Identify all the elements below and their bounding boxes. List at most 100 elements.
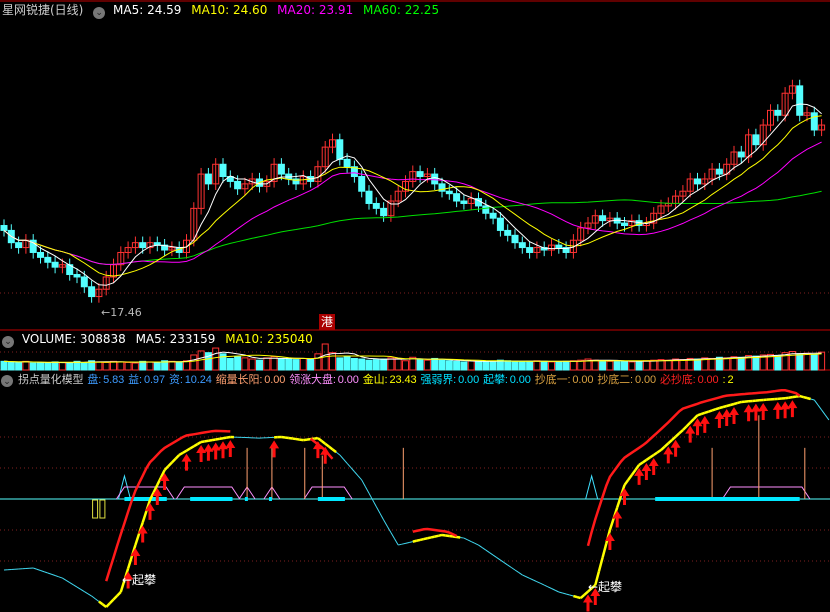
- volume-panel: [0, 343, 830, 371]
- volume-bar: [212, 347, 220, 371]
- volume-bar: [234, 356, 242, 371]
- candle-down: [416, 171, 424, 178]
- indicator-main-line: [525, 576, 530, 579]
- indicator-main-line: [803, 395, 808, 400]
- indicator-main-line: [320, 439, 326, 445]
- volume-bar: [292, 359, 300, 371]
- cyan-strong-bar: [317, 497, 345, 501]
- indicator-main-line: [704, 410, 709, 415]
- candle-down: [15, 242, 23, 249]
- candle-down: [774, 109, 782, 116]
- volume-bar: [263, 357, 271, 371]
- indicator-main-line: [156, 476, 163, 486]
- volume-bar: [533, 360, 541, 371]
- indicator-main-line: [788, 395, 793, 399]
- indicator-main-line: [638, 461, 644, 466]
- buy-arrow-icon: [772, 401, 783, 419]
- indicator-main-line: [299, 438, 304, 442]
- price-header: 星网锐捷(日线) ⌄ MA5: 24.59 MA10: 24.60 MA20: …: [2, 2, 445, 19]
- indicator-main-line: [660, 445, 666, 451]
- indicator-main-line: [73, 584, 78, 588]
- indicator-main-line: [343, 458, 348, 464]
- indicator-main-line: [108, 598, 115, 605]
- volume-bar: [708, 357, 716, 371]
- volume-bar: [810, 354, 818, 371]
- volume-bar: [694, 358, 701, 371]
- candle-down: [555, 244, 563, 249]
- volume-bar: [453, 360, 461, 371]
- volume-bar: [445, 360, 453, 371]
- indicator-main-line: [182, 449, 188, 454]
- volume-bar: [314, 353, 322, 371]
- indicator-main-line: [810, 398, 815, 401]
- volume-bar: [613, 360, 621, 371]
- qipan-label: ←起攀: [588, 580, 623, 594]
- volume-bar: [591, 359, 599, 371]
- stock-title[interactable]: 星网锐捷(日线): [2, 3, 83, 17]
- indicator-main-line: [208, 438, 213, 442]
- indicator-main-line: [597, 557, 604, 572]
- ma20-value: MA20: 23.91: [277, 3, 354, 17]
- volume-bar: [664, 359, 672, 371]
- indicator-main-line: [126, 556, 133, 569]
- volume-header: ⌄ VOLUME: 308838 MA5: 233159 MA10: 23504…: [2, 331, 319, 348]
- indicator-main-line: [91, 595, 96, 600]
- cyan-strong-bar: [655, 497, 800, 501]
- candle-down: [796, 85, 804, 116]
- volume-bar: [110, 360, 117, 371]
- candle-down: [694, 178, 701, 185]
- chevron-down-icon[interactable]: ⌄: [2, 336, 14, 348]
- indicator-main-line: [346, 462, 352, 468]
- indicator-main-line: [627, 474, 633, 481]
- chaodi2-value: 抄底二: 0.00: [597, 374, 656, 386]
- indicator-main-line: [616, 495, 623, 508]
- indicator-main-line: [398, 543, 402, 546]
- indicator-main-line: [163, 465, 170, 471]
- candle-down: [139, 242, 147, 249]
- indicator-main-line: [219, 437, 224, 441]
- buy-arrow-icon: [583, 594, 593, 612]
- indicator-main-line: [562, 592, 567, 595]
- chevron-down-icon[interactable]: ⌄: [1, 375, 13, 387]
- indicator-main-line: [361, 479, 366, 487]
- volume-bar: [803, 352, 811, 371]
- indicator-main-line: [141, 510, 148, 523]
- volume-bar: [175, 361, 183, 371]
- indicator-lead-line: [586, 388, 801, 547]
- indicator-main-line: [65, 579, 70, 583]
- indicator-main-line: [47, 572, 52, 575]
- chevron-down-icon[interactable]: ⌄: [93, 7, 106, 19]
- indicator-main-line: [456, 535, 461, 539]
- candle-down: [37, 251, 44, 258]
- candle-down: [372, 202, 380, 209]
- volume-bar: [489, 360, 497, 371]
- indicator-main-line: [87, 593, 92, 597]
- candle-down: [219, 163, 227, 178]
- indicator-main-line: [642, 458, 648, 464]
- indicator-main-line: [292, 437, 297, 441]
- candle-down: [277, 163, 285, 175]
- indicator-main-line: [674, 432, 681, 438]
- indicator-main-line: [390, 532, 395, 540]
- volume-bar: [518, 361, 526, 371]
- yellow-box: [99, 499, 106, 519]
- indicator-main-line: [178, 451, 184, 457]
- volume-bar: [241, 357, 249, 371]
- hk-badge[interactable]: 港: [319, 314, 335, 330]
- volume-bar: [635, 360, 643, 371]
- indicator-main-line: [189, 445, 195, 450]
- indicator-main-line: [547, 586, 552, 589]
- candle-down: [44, 256, 52, 263]
- volume-bar: [774, 355, 782, 371]
- indicator-title[interactable]: 拐点量化模型: [18, 374, 84, 386]
- candle-down: [51, 261, 59, 268]
- indicator-main-line: [303, 438, 308, 442]
- buy-arrow-icon: [685, 425, 696, 443]
- buy-arrow-icon: [714, 411, 725, 429]
- indicator-main-line: [419, 537, 425, 542]
- indicator-main-line: [200, 440, 205, 444]
- indicator-main-line: [116, 591, 122, 597]
- indicator-main-line: [649, 453, 655, 459]
- indicator-main-line: [522, 574, 527, 578]
- candle-down: [496, 217, 504, 231]
